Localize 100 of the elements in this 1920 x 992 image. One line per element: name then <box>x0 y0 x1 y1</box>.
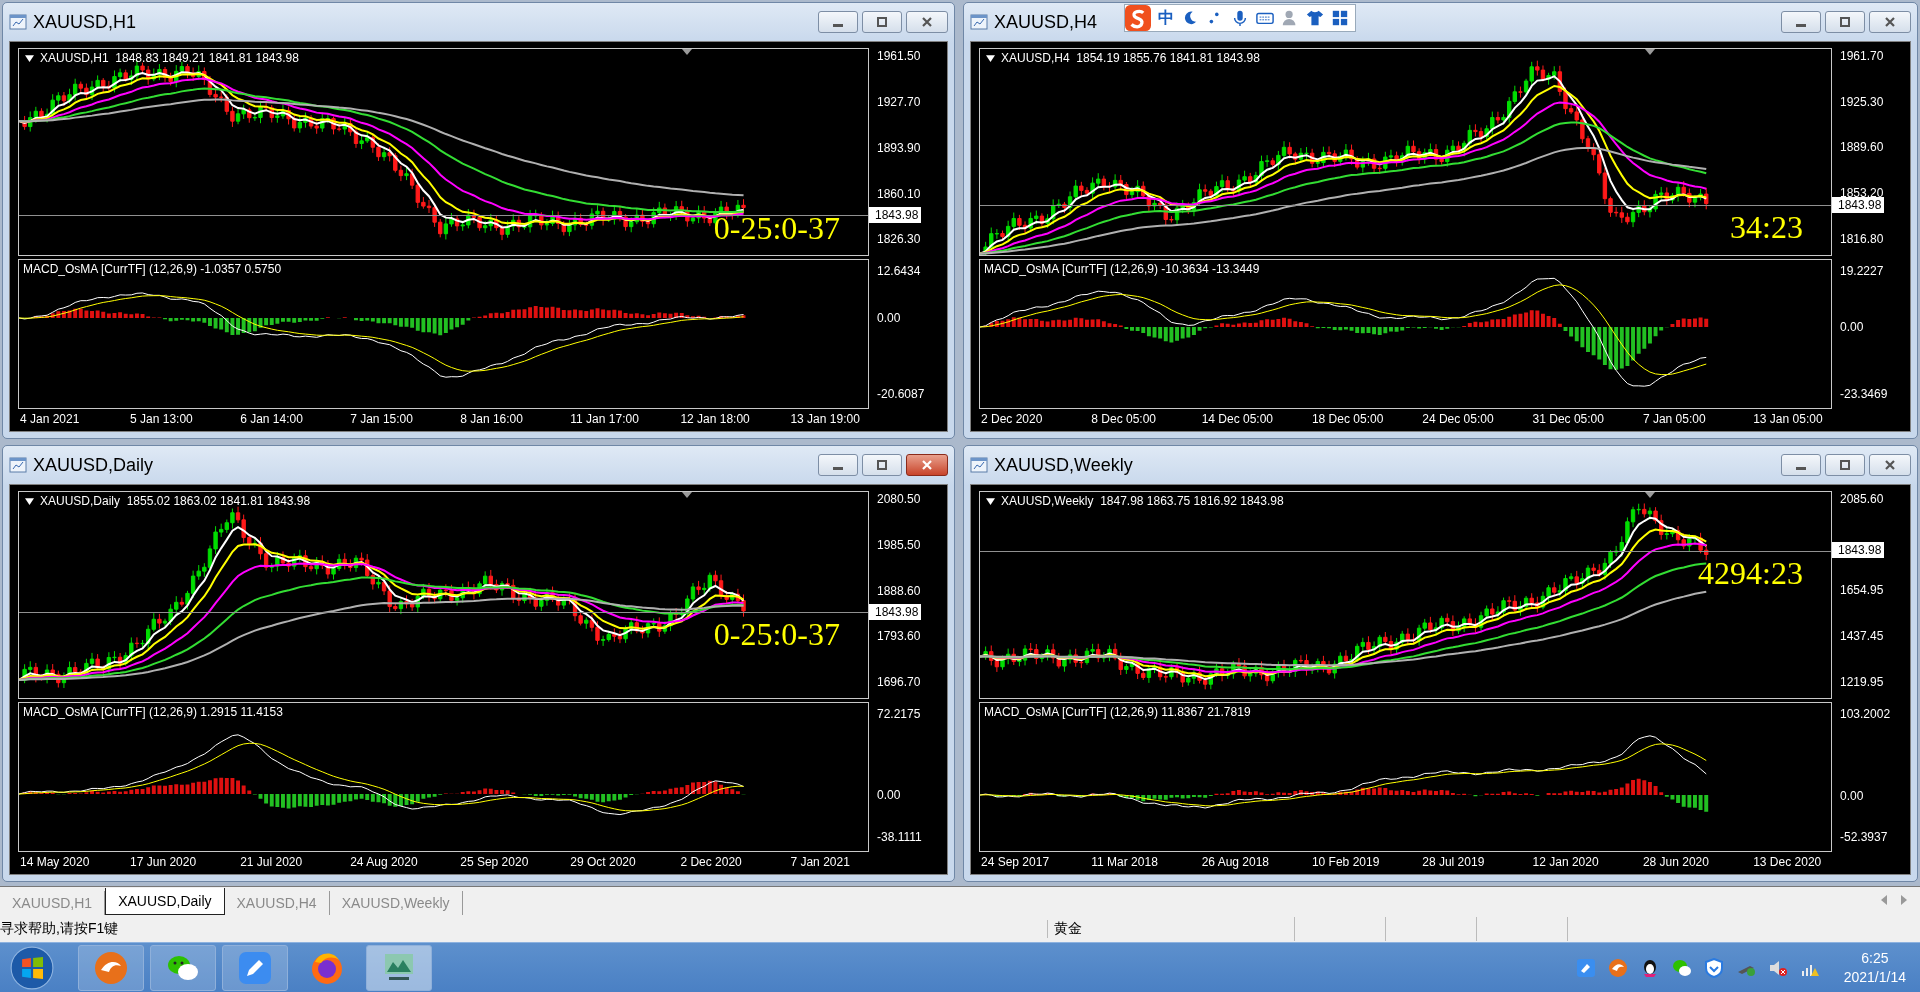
indicator-tick-label: -38.1111 <box>876 830 922 844</box>
date-axis-label: 7 Jan 15:00 <box>350 412 414 426</box>
input-mode-toggle[interactable]: 中 <box>1158 7 1174 29</box>
dropdown-triangle-icon[interactable] <box>25 497 34 505</box>
minimize-icon <box>833 23 843 27</box>
wechat-icon[interactable] <box>1671 957 1692 978</box>
start-button[interactable] <box>10 945 54 990</box>
dropdown-triangle-icon[interactable] <box>986 497 995 505</box>
chart-shift-icon[interactable] <box>682 492 692 498</box>
price-tick-label: 1219.95 <box>1839 675 1884 690</box>
date-axis-label: 24 Sep 2017 <box>981 855 1051 869</box>
date-axis-label: 4 Jan 2021 <box>20 412 81 426</box>
date-axis-label: 7 Jan 05:00 <box>1642 412 1707 426</box>
indicator-tick-label: -52.3937 <box>1839 830 1888 844</box>
minimize-button[interactable] <box>1781 11 1821 33</box>
close-icon <box>1884 16 1896 28</box>
pencil-icon <box>237 949 273 986</box>
minimize-icon <box>833 466 843 470</box>
current-price-label: 1843.98 <box>1832 197 1885 213</box>
maximize-icon <box>876 459 888 471</box>
indicator-tick-label: 19.2227 <box>1839 264 1884 278</box>
date-axis-label: 26 Aug 2018 <box>1201 855 1271 869</box>
date-axis-label: 8 Jan 16:00 <box>460 412 524 426</box>
taskbar-app-button[interactable] <box>150 944 216 991</box>
status-symbol-text: 黄金 <box>1047 919 1294 938</box>
date-axis-label: 13 Jan 05:00 <box>1753 412 1824 426</box>
taskbar-app-button[interactable] <box>222 944 288 991</box>
price-tick-label: 1889.60 <box>1839 140 1884 155</box>
current-price-label: 1843.98 <box>869 604 922 621</box>
close-button[interactable] <box>906 454 948 476</box>
current-price-label: 1843.98 <box>1832 542 1885 559</box>
date-axis-label: 7 Jan 2021 <box>790 855 851 869</box>
date-axis-label: 24 Dec 05:00 <box>1422 412 1495 426</box>
indicator-tick-label: 0.00 <box>1839 788 1864 803</box>
price-tick-label: 1793.60 <box>876 629 921 644</box>
taskbar-app-button[interactable] <box>366 944 432 991</box>
price-tick-label: 1826.30 <box>876 232 921 247</box>
maximize-icon <box>1839 16 1851 28</box>
minimize-button[interactable] <box>1781 454 1821 476</box>
minimize-button[interactable] <box>818 454 858 476</box>
date-axis-label: 11 Mar 2018 <box>1091 855 1159 869</box>
maximize-button[interactable] <box>1825 11 1865 33</box>
chart-tab[interactable]: XAUUSD,Daily <box>105 888 225 915</box>
current-price-label: 1843.98 <box>869 207 922 224</box>
price-tick-label: 1816.80 <box>1839 232 1884 247</box>
countdown-text: 0-25:0-37 <box>713 616 840 654</box>
price-tick-label: 1925.30 <box>1839 95 1884 110</box>
maximize-icon <box>876 16 888 28</box>
status-help-text: 寻求帮助,请按F1键 <box>0 919 120 938</box>
date-axis-label: 21 Jul 2020 <box>240 855 304 869</box>
swirl-app-icon <box>93 949 129 986</box>
app-tray-icon[interactable] <box>1607 957 1628 978</box>
minimize-icon <box>1796 23 1806 27</box>
grid-icon[interactable] <box>1331 9 1349 27</box>
dropdown-triangle-icon[interactable] <box>986 54 995 62</box>
indicator-tick-label: 0.00 <box>876 310 901 325</box>
indicator-tick-label: 103.2002 <box>1839 707 1891 721</box>
date-axis-label: 14 Dec 05:00 <box>1201 412 1274 426</box>
shield-icon[interactable] <box>1703 957 1724 978</box>
date-axis-label: 24 Aug 2020 <box>350 855 419 869</box>
symbol-quote-text: XAUUSD,H1 1848.83 1849.21 1841.81 1843.98 <box>40 51 299 65</box>
close-button[interactable] <box>1869 454 1911 476</box>
window-title: XAUUSD,Daily <box>33 454 154 476</box>
indicator-label: MACD_OsMA [CurrTF] (12,26,9) -10.3634 -13.3449 <box>984 262 1260 276</box>
price-tick-label: 1860.10 <box>876 186 921 201</box>
price-tick-label: 1437.45 <box>1839 629 1884 644</box>
date-axis-label: 17 Jun 2020 <box>130 855 198 869</box>
dropdown-triangle-icon[interactable] <box>25 54 34 62</box>
chart-shift-icon[interactable] <box>682 49 692 55</box>
date-axis-label: 5 Jan 13:00 <box>130 412 194 426</box>
window-title: XAUUSD,H4 <box>994 11 1098 33</box>
chart-window-icon <box>970 13 988 31</box>
maximize-icon <box>1839 459 1851 471</box>
price-tick-label: 1893.90 <box>876 140 921 155</box>
date-axis-label: 28 Jul 2019 <box>1422 855 1486 869</box>
chart-window-icon <box>9 13 27 31</box>
chart-shift-icon[interactable] <box>1645 49 1655 55</box>
maximize-button[interactable] <box>862 11 902 33</box>
maximize-button[interactable] <box>862 454 902 476</box>
date-axis-label: 2 Dec 2020 <box>680 855 743 869</box>
chart-window-icon <box>970 456 988 474</box>
countdown-text: 34:23 <box>1730 208 1803 246</box>
date-axis-label: 13 Jan 19:00 <box>790 412 861 426</box>
minimize-icon <box>1796 466 1806 470</box>
minimize-button[interactable] <box>818 11 858 33</box>
maximize-button[interactable] <box>1825 454 1865 476</box>
date-axis-label: 13 Dec 2020 <box>1753 855 1823 869</box>
price-tick-label: 2080.50 <box>876 492 921 507</box>
price-tick-label: 1696.70 <box>876 675 921 690</box>
microphone-icon[interactable] <box>1231 9 1249 27</box>
chart-shift-icon[interactable] <box>1645 492 1655 498</box>
shirt-icon[interactable] <box>1306 9 1324 27</box>
clock-time: 6:25 <box>1861 948 1889 968</box>
sogou-logo-icon[interactable] <box>1125 5 1151 31</box>
price-tick-label: 1985.50 <box>876 537 921 552</box>
taskbar-app-button[interactable] <box>78 944 144 991</box>
close-button[interactable] <box>906 11 948 33</box>
chart-window-icon <box>9 456 27 474</box>
close-button[interactable] <box>1869 11 1911 33</box>
price-tick-label: 1961.50 <box>876 49 921 64</box>
